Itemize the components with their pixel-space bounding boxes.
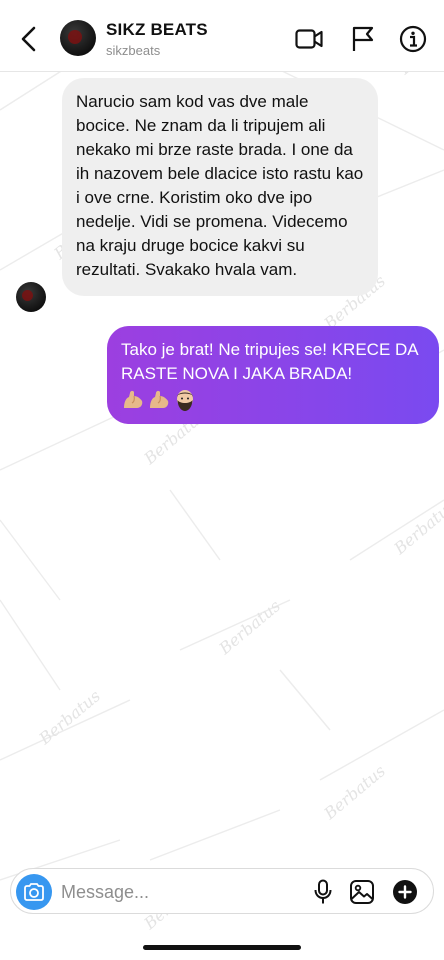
bearded-man-emoji-icon: [177, 390, 193, 411]
conversation-info-button[interactable]: [398, 24, 428, 54]
watermark-label: Berbatus: [35, 686, 104, 749]
back-button[interactable]: [14, 22, 44, 56]
gallery-button[interactable]: [348, 878, 376, 906]
sent-message-text: Tako je brat! Ne tripujes se! KRECE DA R…: [121, 340, 418, 383]
camera-icon: [24, 883, 44, 901]
report-flag-button[interactable]: [348, 24, 378, 54]
sender-avatar[interactable]: [16, 282, 46, 312]
flag-icon: [352, 26, 374, 51]
contact-avatar[interactable]: [60, 20, 96, 56]
watermark-label: Berbatus: [320, 761, 389, 824]
video-call-button[interactable]: [294, 24, 324, 54]
back-chevron-icon: [21, 26, 36, 52]
more-options-button[interactable]: [391, 878, 419, 906]
contact-name[interactable]: SIKZ BEATS: [106, 20, 208, 40]
flexed-biceps-emoji-icon: [150, 390, 169, 408]
video-call-icon: [295, 29, 323, 49]
gallery-icon: [350, 880, 374, 904]
watermark-label: Berbatus: [215, 596, 284, 659]
message-composer: [10, 868, 434, 914]
message-input[interactable]: [61, 878, 301, 906]
dm-thread-screen: Berbatus Berbatus Berbatus Berbatus Berb…: [0, 0, 444, 960]
home-indicator[interactable]: [143, 945, 301, 950]
plus-icon: [393, 880, 417, 904]
received-message-bubble[interactable]: Narucio sam kod vas dve male bocice. Ne …: [62, 78, 378, 296]
microphone-icon: [314, 879, 332, 904]
sent-message-bubble[interactable]: Tako je brat! Ne tripujes se! KRECE DA R…: [107, 326, 439, 424]
conversation-header: SIKZ BEATS sikzbeats: [0, 0, 444, 72]
sent-message-emojis: [121, 388, 425, 412]
camera-button[interactable]: [16, 874, 52, 910]
info-icon: [399, 25, 427, 53]
received-message-text: Narucio sam kod vas dve male bocice. Ne …: [76, 92, 364, 279]
contact-username[interactable]: sikzbeats: [106, 43, 160, 58]
voice-message-button[interactable]: [309, 878, 337, 906]
flexed-biceps-emoji-icon: [124, 390, 143, 408]
watermark-label: Berbatus: [390, 496, 444, 559]
